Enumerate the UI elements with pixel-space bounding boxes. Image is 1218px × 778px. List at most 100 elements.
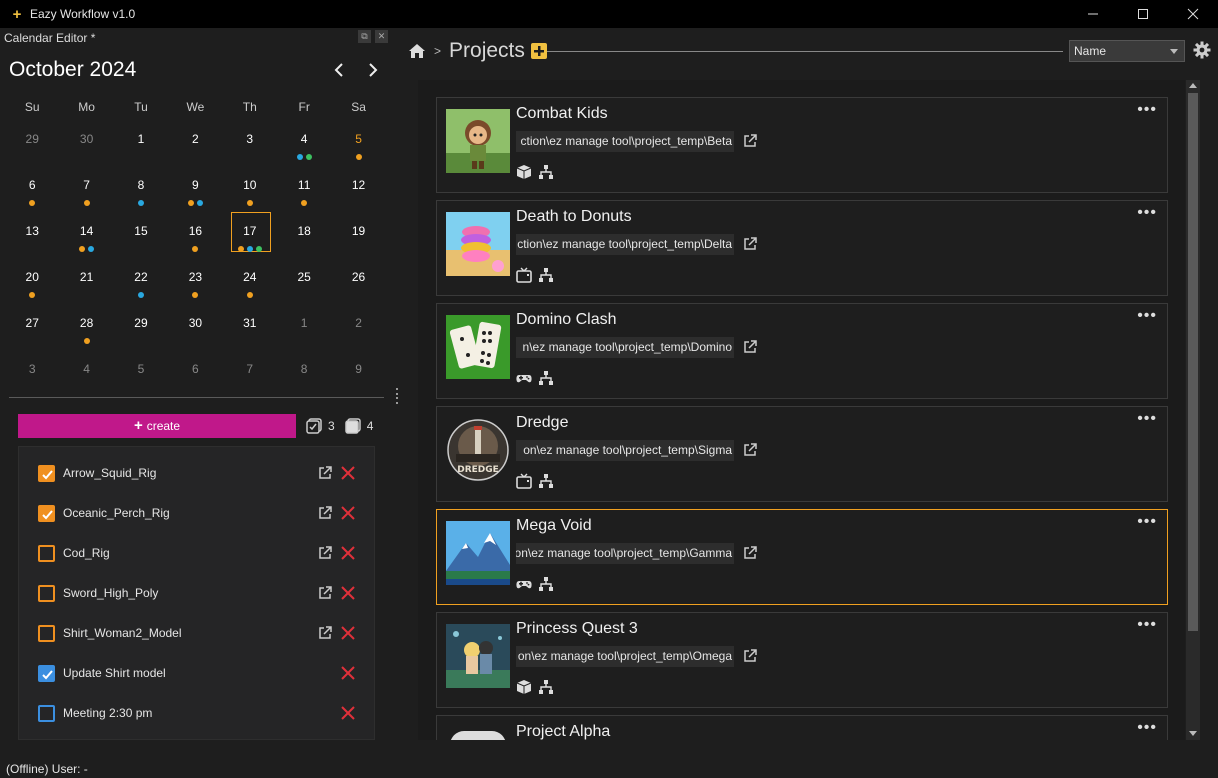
more-options-button[interactable]: ••• <box>1137 616 1157 634</box>
open-folder-icon[interactable] <box>742 442 758 458</box>
calendar-day[interactable]: 3 <box>5 350 59 396</box>
calendar-day[interactable]: 2 <box>168 120 222 166</box>
calendar-day[interactable]: 26 <box>331 258 385 304</box>
gear-icon[interactable] <box>1193 41 1211 59</box>
close-panel-button[interactable]: ✕ <box>375 30 388 43</box>
calendar-day[interactable]: 21 <box>59 258 113 304</box>
project-card[interactable]: Mega Void on\ez manage tool\project_temp\… <box>436 509 1168 605</box>
calendar-day[interactable]: 18 <box>277 212 331 258</box>
project-card[interactable]: Domino Clash n\ez manage tool\project_tem… <box>436 303 1168 399</box>
maximize-button[interactable] <box>1118 0 1168 28</box>
todo-checkbox[interactable] <box>38 504 55 522</box>
open-folder-icon[interactable] <box>742 236 758 252</box>
hierarchy-icon[interactable] <box>538 164 554 180</box>
todo-checkbox[interactable] <box>38 624 55 642</box>
scroll-thumb[interactable] <box>1188 93 1198 631</box>
calendar-day[interactable]: 25 <box>277 258 331 304</box>
hierarchy-icon[interactable] <box>538 370 554 386</box>
todo-checkbox[interactable] <box>38 664 55 682</box>
open-folder-icon[interactable] <box>742 648 758 664</box>
calendar-day[interactable]: 29 <box>114 304 168 350</box>
calendar-day[interactable]: 7 <box>223 350 277 396</box>
hierarchy-icon[interactable] <box>538 576 554 592</box>
next-month-button[interactable] <box>362 59 384 81</box>
home-icon[interactable] <box>408 42 426 60</box>
calendar-day[interactable]: 2 <box>331 304 385 350</box>
more-options-button[interactable]: ••• <box>1137 101 1157 119</box>
project-card[interactable]: DREDGE Dredge on\ez manage tool\project_te… <box>436 406 1168 502</box>
calendar-day-today[interactable]: 17 <box>223 212 277 258</box>
calendar-day[interactable]: 4 <box>59 350 113 396</box>
calendar-day[interactable]: 9 <box>168 166 222 212</box>
more-options-button[interactable]: ••• <box>1137 204 1157 222</box>
more-options-button[interactable]: ••• <box>1137 307 1157 325</box>
calendar-day[interactable]: 5 <box>331 120 385 166</box>
calendar-day[interactable]: 7 <box>59 166 113 212</box>
calendar-day[interactable]: 13 <box>5 212 59 258</box>
scroll-down-icon[interactable] <box>1189 731 1197 736</box>
project-path-field[interactable]: on\ez manage tool\project_temp\Gamma <box>516 543 734 564</box>
delete-icon[interactable] <box>340 665 356 681</box>
calendar-day[interactable]: 8 <box>277 350 331 396</box>
calendar-day[interactable]: 9 <box>331 350 385 396</box>
external-link-icon[interactable] <box>317 625 333 641</box>
more-options-button[interactable]: ••• <box>1137 513 1157 531</box>
calendar-day[interactable]: 6 <box>168 350 222 396</box>
calendar-day[interactable]: 14 <box>59 212 113 258</box>
calendar-day[interactable]: 3 <box>223 120 277 166</box>
project-card[interactable]: Princess Quest 3 on\ez manage tool\projec… <box>436 612 1168 708</box>
calendar-day[interactable]: 6 <box>5 166 59 212</box>
calendar-day[interactable]: 31 <box>223 304 277 350</box>
calendar-day[interactable]: 22 <box>114 258 168 304</box>
add-project-button[interactable] <box>530 43 547 59</box>
delete-icon[interactable] <box>340 585 356 601</box>
calendar-day[interactable]: 4 <box>277 120 331 166</box>
close-button[interactable] <box>1168 0 1218 28</box>
calendar-day[interactable]: 24 <box>223 258 277 304</box>
project-path-field[interactable]: on\ez manage tool\project_temp\Sigma <box>516 440 734 461</box>
todo-checkbox[interactable] <box>38 584 55 602</box>
calendar-day[interactable]: 30 <box>59 120 113 166</box>
project-card[interactable]: Death to Donuts ction\ez manage tool\proj… <box>436 200 1168 296</box>
calendar-day[interactable]: 27 <box>5 304 59 350</box>
delete-icon[interactable] <box>340 465 356 481</box>
calendar-day[interactable]: 11 <box>277 166 331 212</box>
calendar-day[interactable]: 10 <box>223 166 277 212</box>
prev-month-button[interactable] <box>328 59 350 81</box>
external-link-icon[interactable] <box>317 545 333 561</box>
scroll-up-icon[interactable] <box>1189 83 1197 88</box>
project-card[interactable]: Project Alpha ••• <box>436 715 1168 740</box>
calendar-day[interactable]: 1 <box>277 304 331 350</box>
panel-splitter[interactable] <box>396 388 399 404</box>
calendar-day[interactable]: 28 <box>59 304 113 350</box>
calendar-day[interactable]: 5 <box>114 350 168 396</box>
sort-dropdown[interactable]: Name <box>1069 40 1185 62</box>
open-folder-icon[interactable] <box>742 339 758 355</box>
delete-icon[interactable] <box>340 505 356 521</box>
project-card[interactable]: Combat Kids ction\ez manage tool\project_… <box>436 97 1168 193</box>
calendar-day[interactable]: 8 <box>114 166 168 212</box>
external-link-icon[interactable] <box>317 465 333 481</box>
calendar-day[interactable]: 29 <box>5 120 59 166</box>
hierarchy-icon[interactable] <box>538 267 554 283</box>
calendar-day[interactable]: 19 <box>331 212 385 258</box>
hierarchy-icon[interactable] <box>538 473 554 489</box>
project-path-field[interactable]: n\ez manage tool\project_temp\Domino <box>516 337 734 358</box>
external-link-icon[interactable] <box>317 505 333 521</box>
project-path-field[interactable]: on\ez manage tool\project_temp\Omega <box>516 646 734 667</box>
delete-icon[interactable] <box>340 545 356 561</box>
calendar-day[interactable]: 23 <box>168 258 222 304</box>
calendar-day[interactable]: 12 <box>331 166 385 212</box>
more-options-button[interactable]: ••• <box>1137 719 1157 737</box>
todo-checkbox[interactable] <box>38 464 55 482</box>
open-folder-icon[interactable] <box>742 133 758 149</box>
minimize-button[interactable] <box>1068 0 1118 28</box>
calendar-day[interactable]: 1 <box>114 120 168 166</box>
create-button[interactable]: + create <box>18 414 296 438</box>
calendar-day[interactable]: 15 <box>114 212 168 258</box>
delete-icon[interactable] <box>340 625 356 641</box>
float-panel-button[interactable]: ⧉ <box>358 30 371 43</box>
external-link-icon[interactable] <box>317 585 333 601</box>
project-path-field[interactable]: ction\ez manage tool\project_temp\Delta <box>516 234 734 255</box>
delete-icon[interactable] <box>340 705 356 721</box>
